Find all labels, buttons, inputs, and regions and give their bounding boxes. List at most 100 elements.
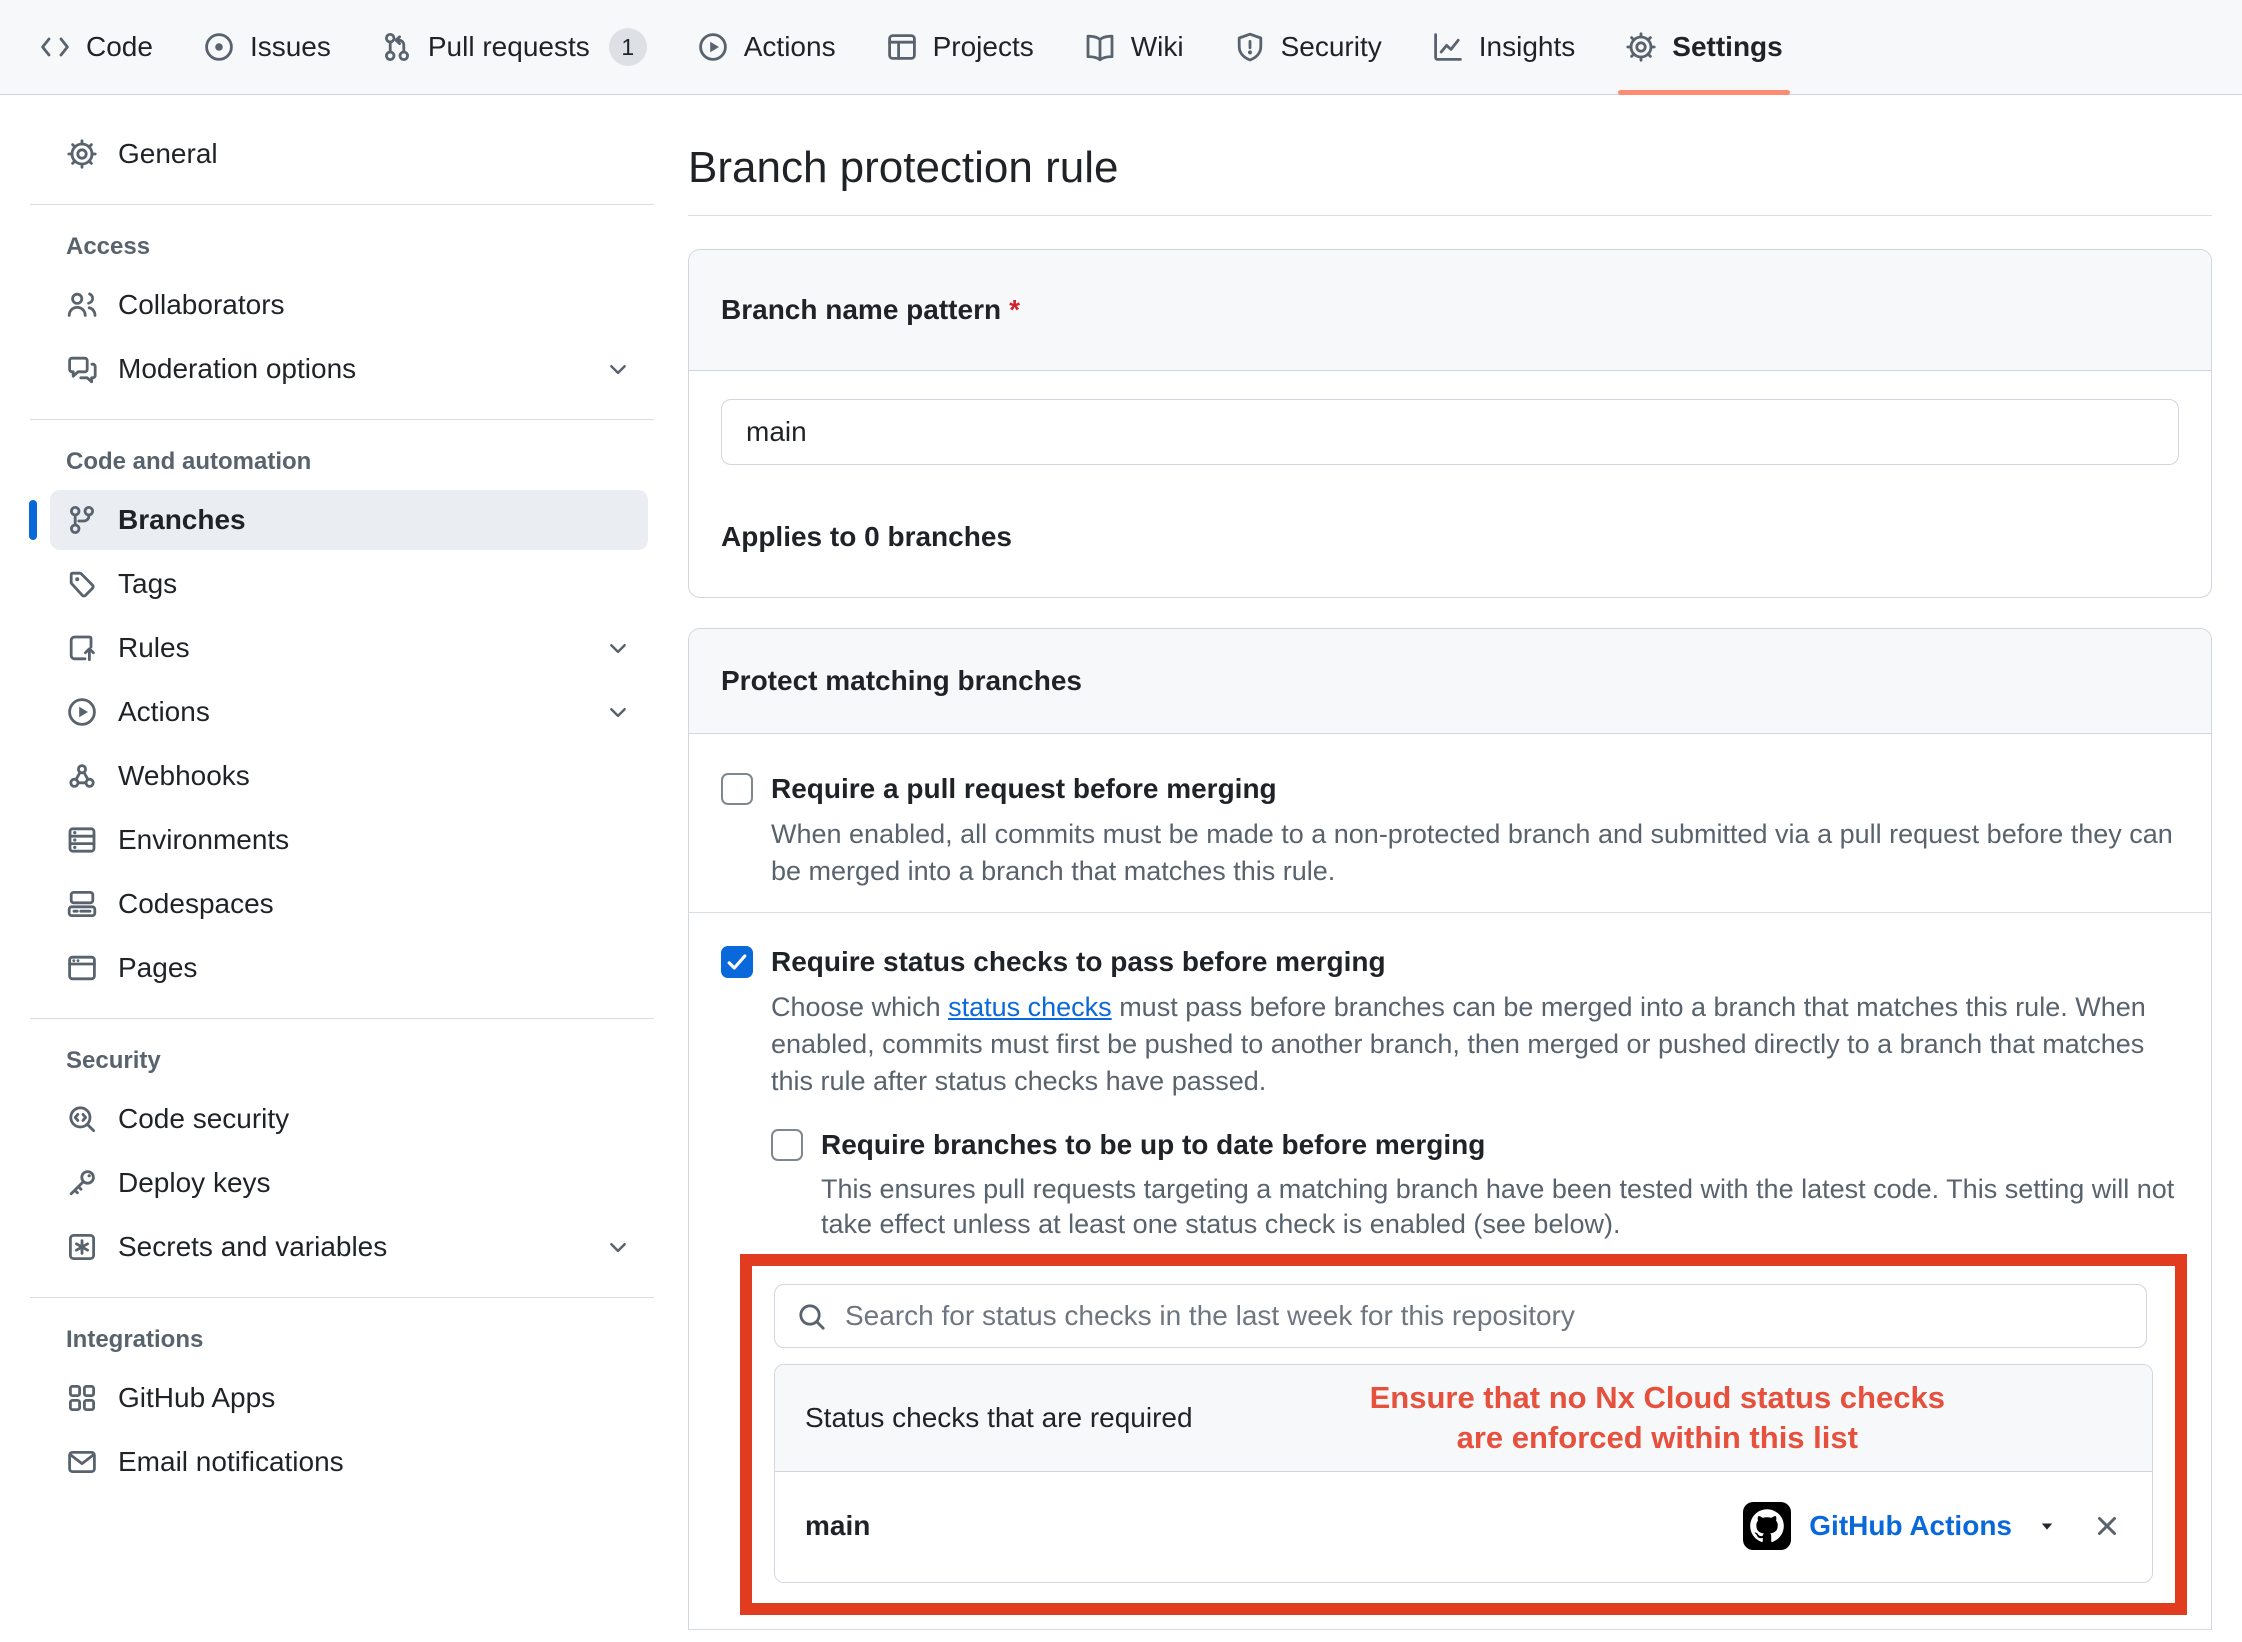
tab-code[interactable]: Code xyxy=(14,0,178,94)
protect-matching-branches-card: Protect matching branches Require a pull… xyxy=(688,628,2212,1630)
tab-issues[interactable]: Issues xyxy=(178,0,356,94)
branch-name-pattern-label: Branch name pattern xyxy=(721,294,1001,325)
status-check-name: main xyxy=(805,1510,870,1542)
sidebar-item-label: Tags xyxy=(118,568,177,600)
play-icon xyxy=(66,696,98,728)
branch-protection-main: Branch protection rule Branch name patte… xyxy=(688,96,2212,1630)
graph-icon xyxy=(1432,31,1464,63)
sidebar-item-moderation-options[interactable]: Moderation options xyxy=(50,339,648,399)
play-icon xyxy=(697,31,729,63)
sidebar-item-pages[interactable]: Pages xyxy=(50,938,648,998)
check-icon xyxy=(725,950,749,974)
apps-icon xyxy=(66,1382,98,1414)
status-list-title: Status checks that are required xyxy=(805,1402,1193,1434)
sidebar-section-title: Access xyxy=(66,233,654,261)
people-icon xyxy=(66,289,98,321)
server-icon xyxy=(66,824,98,856)
sidebar-item-deploy-keys[interactable]: Deploy keys xyxy=(50,1153,648,1213)
tab-security[interactable]: Security xyxy=(1209,0,1407,94)
tab-label: Code xyxy=(86,31,153,63)
require-pull-request-label: Require a pull request before merging xyxy=(771,770,1277,808)
sidebar-divider xyxy=(30,204,654,205)
annotation-line-1: Ensure that no Nx Cloud status checks xyxy=(1370,1380,1945,1415)
require-status-checks-checkbox[interactable] xyxy=(721,946,753,978)
webhook-icon xyxy=(66,760,98,792)
sidebar-item-label: GitHub Apps xyxy=(118,1382,275,1414)
required-asterisk: * xyxy=(1009,294,1020,325)
require-status-checks-label: Require status checks to pass before mer… xyxy=(771,943,1386,981)
sidebar-item-codespaces[interactable]: Codespaces xyxy=(50,874,648,934)
sidebar-item-branches[interactable]: Branches xyxy=(50,490,648,550)
mail-icon xyxy=(66,1446,98,1478)
require-pull-request-checkbox[interactable] xyxy=(721,773,753,805)
tab-actions[interactable]: Actions xyxy=(672,0,861,94)
github-actions-link[interactable]: GitHub Actions xyxy=(1809,1510,2012,1542)
tag-icon xyxy=(66,568,98,600)
branch-name-pattern-header: Branch name pattern * xyxy=(689,250,2211,371)
sidebar-item-github-apps[interactable]: GitHub Apps xyxy=(50,1368,648,1428)
sidebar-item-secrets-and-variables[interactable]: Secrets and variables xyxy=(50,1217,648,1277)
sidebar-item-label: Branches xyxy=(118,504,246,536)
pull-requests-count-badge: 1 xyxy=(609,28,647,66)
sidebar-item-label: Moderation options xyxy=(118,353,356,385)
annotation-line-2: are enforced within this list xyxy=(1457,1420,1858,1455)
sidebar-item-webhooks[interactable]: Webhooks xyxy=(50,746,648,806)
chevron-down-icon xyxy=(604,634,632,662)
chevron-down-icon xyxy=(604,698,632,726)
github-logo-icon xyxy=(1743,1502,1791,1550)
sidebar-section-title: Integrations xyxy=(66,1326,654,1354)
remove-status-check-button[interactable] xyxy=(2092,1511,2122,1541)
require-up-to-date-description: This ensures pull requests targeting a m… xyxy=(821,1172,2179,1242)
sidebar-item-label: Code security xyxy=(118,1103,289,1135)
tab-insights[interactable]: Insights xyxy=(1407,0,1601,94)
status-checks-search-input[interactable] xyxy=(774,1284,2147,1348)
branch-name-pattern-input[interactable] xyxy=(721,399,2179,465)
status-checks-link[interactable]: status checks xyxy=(948,992,1112,1022)
sidebar-section-title: Security xyxy=(66,1047,654,1075)
code-icon xyxy=(39,31,71,63)
triangle-down-icon xyxy=(2036,1515,2058,1537)
require-up-to-date-label: Require branches to be up to date before… xyxy=(821,1126,1485,1164)
tab-label: Issues xyxy=(250,31,331,63)
gear-icon xyxy=(66,138,98,170)
option-require-status-checks: Require status checks to pass before mer… xyxy=(689,912,2211,1630)
tab-pull-requests[interactable]: Pull requests 1 xyxy=(356,0,672,94)
status-check-options-button[interactable] xyxy=(2036,1515,2058,1537)
status-list-header: Status checks that are required Ensure t… xyxy=(775,1365,2152,1472)
git-pull-request-icon xyxy=(381,31,413,63)
sidebar-item-rules[interactable]: Rules xyxy=(50,618,648,678)
chevron-down-icon xyxy=(604,355,632,383)
tab-label: Pull requests xyxy=(428,31,590,63)
sidebar-item-code-security[interactable]: Code security xyxy=(50,1089,648,1149)
annotation-text: Ensure that no Nx Cloud status checks ar… xyxy=(1193,1378,2122,1458)
sidebar-item-label: Email notifications xyxy=(118,1446,344,1478)
tab-projects[interactable]: Projects xyxy=(861,0,1059,94)
page-title: Branch protection rule xyxy=(688,142,2212,195)
table-icon xyxy=(886,31,918,63)
status-check-row: main GitHub Actions xyxy=(775,1472,2152,1582)
sidebar-item-environments[interactable]: Environments xyxy=(50,810,648,870)
sidebar-item-label: Codespaces xyxy=(118,888,274,920)
sidebar-item-label: General xyxy=(118,138,218,170)
protect-matching-branches-header: Protect matching branches xyxy=(689,629,2211,734)
sidebar-item-collaborators[interactable]: Collaborators xyxy=(50,275,648,335)
sidebar-item-general[interactable]: General xyxy=(50,124,648,184)
chevron-down-icon xyxy=(604,1233,632,1261)
tab-settings[interactable]: Settings xyxy=(1600,0,1807,94)
sidebar-item-tags[interactable]: Tags xyxy=(50,554,648,614)
asterisk-box-icon xyxy=(66,1231,98,1263)
sidebar-divider xyxy=(30,419,654,420)
require-up-to-date-checkbox[interactable] xyxy=(771,1129,803,1161)
tab-label: Insights xyxy=(1479,31,1576,63)
required-status-checks-list: Status checks that are required Ensure t… xyxy=(774,1364,2153,1583)
tab-wiki[interactable]: Wiki xyxy=(1059,0,1209,94)
option-require-pull-request: Require a pull request before merging Wh… xyxy=(689,734,2211,912)
annotation-highlight-frame: Status checks that are required Ensure t… xyxy=(740,1254,2187,1615)
require-status-checks-description: Choose which status checks must pass bef… xyxy=(771,989,2179,1100)
tab-label: Security xyxy=(1281,31,1382,63)
sidebar-item-actions[interactable]: Actions xyxy=(50,682,648,742)
branch-name-pattern-card: Branch name pattern* Applies to 0 branch… xyxy=(688,249,2212,598)
sidebar-item-email-notifications[interactable]: Email notifications xyxy=(50,1432,648,1492)
x-icon xyxy=(2092,1511,2122,1541)
sidebar-item-label: Actions xyxy=(118,696,210,728)
